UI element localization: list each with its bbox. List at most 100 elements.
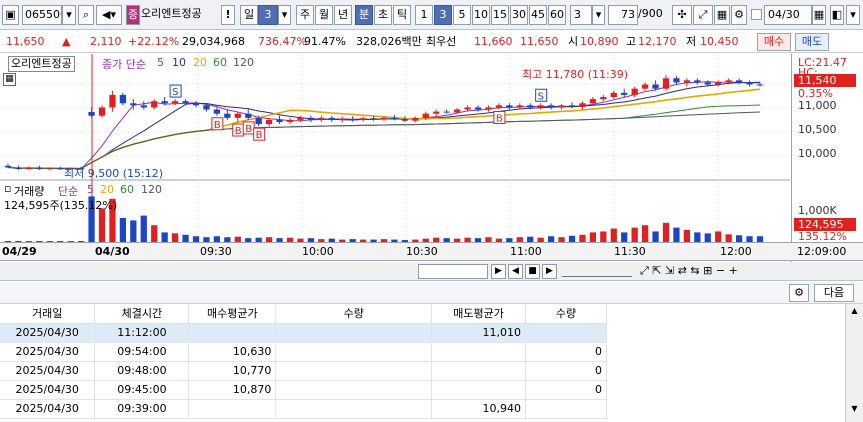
page-counter-input[interactable]: 73	[608, 5, 638, 25]
calendar-icon[interactable]: ▦	[812, 5, 826, 25]
chart-compare-icon[interactable]: ⤢	[693, 5, 713, 25]
cell-sell-avg	[431, 380, 527, 400]
next-page-button[interactable]: 다음	[814, 284, 854, 302]
table-row[interactable]: 2025/04/30 09:54:00 10,630 0	[0, 342, 607, 362]
best-quote-label: 최우선	[426, 35, 457, 48]
unit-dropdown-icon[interactable]: ▾	[592, 5, 605, 25]
warning-button[interactable]: !	[221, 5, 235, 25]
time-label-current: 12:09:00	[797, 245, 847, 258]
candle-body	[422, 113, 429, 118]
minute-60-button[interactable]: 60	[548, 5, 566, 25]
sell-button[interactable]: 매도	[795, 33, 829, 51]
settings-gear-icon[interactable]: ⚙	[789, 284, 809, 302]
buy-signal-label: B	[214, 120, 221, 131]
period-month-button[interactable]: 월	[315, 5, 333, 25]
vol-axis-label: 1,000K	[798, 204, 837, 217]
minute-1-button[interactable]: 1	[415, 5, 433, 25]
period-day-button[interactable]: 일	[240, 5, 258, 25]
volume-value: 29,034,968	[182, 35, 245, 48]
date-input[interactable]: 04/30	[764, 5, 812, 25]
gear-icon[interactable]: ⚙	[731, 5, 747, 25]
candle-body	[631, 88, 638, 95]
period-year-button[interactable]: 년	[334, 5, 352, 25]
period-tick-button[interactable]: 틱	[393, 5, 411, 25]
zoom-slider[interactable]	[562, 266, 632, 277]
time-label-0930: 09:30	[200, 245, 232, 258]
window-more-icon[interactable]: ▾	[846, 5, 860, 25]
minute-30-button[interactable]: 30	[510, 5, 528, 25]
bid-price: 11,650	[520, 35, 559, 48]
candle-body	[328, 117, 335, 120]
volume-bar	[715, 231, 722, 242]
table-toggle-icon[interactable]: ▦	[3, 73, 16, 86]
low-price: 10,450	[700, 35, 739, 48]
grid-icon[interactable]: ▦	[714, 5, 730, 25]
stop-icon[interactable]: ■	[525, 264, 540, 279]
volume-bar	[704, 233, 711, 242]
col-sell-avg: 매도평균가	[431, 304, 527, 324]
minute-10-button[interactable]: 10	[472, 5, 490, 25]
cell-sell-avg: 10,940	[431, 399, 527, 419]
period-second-button[interactable]: 초	[374, 5, 392, 25]
candle-body	[641, 84, 649, 89]
chart-tools-icons[interactable]: ⤢ ⇱ ⇲ ⇄ ⇆ ⊞ − +	[640, 264, 738, 278]
collapse-icon[interactable]: ◧	[830, 5, 844, 25]
period-week-button[interactable]: 주	[296, 5, 314, 25]
table-row[interactable]: 2025/04/30 09:45:00 10,870 0	[0, 380, 607, 400]
buy-button[interactable]: 매수	[757, 33, 791, 51]
chart-settings-icon[interactable]: ✣	[672, 5, 692, 25]
unit-input[interactable]: 3	[570, 5, 592, 25]
price-axis: LC:21.47 HC: 11,540 0.35% 11,000 10,500 …	[791, 54, 863, 262]
table-row[interactable]: 2025/04/30 11:12:00 11,010	[0, 323, 607, 343]
volume-bar	[182, 234, 189, 242]
table-vertical-scrollbar[interactable]: ▲ ▼	[845, 304, 863, 422]
next-icon[interactable]: ▶	[542, 264, 557, 279]
trade-amount: 328,026백만	[356, 35, 422, 48]
table-row[interactable]: 2025/04/30 09:48:00 10,770 0	[0, 361, 607, 381]
ma60-label: 60	[213, 56, 227, 69]
chart-scrollbar[interactable]: ▶ ◀ ■ ▶ ⤢ ⇱ ⇲ ⇄ ⇆ ⊞ − +	[0, 262, 863, 281]
scroll-down-icon[interactable]: ▼	[848, 404, 861, 416]
candle-body	[474, 107, 482, 110]
candle-body	[756, 84, 764, 86]
high-label: 고	[626, 35, 637, 48]
cell-date: 2025/04/30	[0, 323, 96, 343]
play-icon[interactable]: ◀	[508, 264, 523, 279]
chart-toolbar: ▣ 065500 ▾ ⌕ ◀▾ 증 오리엔트정공 ! 일 3 ▾ 주 월 년 분…	[0, 0, 863, 30]
candle-body	[527, 105, 534, 108]
volume-ratio: 736.47%	[258, 35, 307, 48]
candle-body	[683, 80, 691, 83]
table-header-row: 거래일 체결시간 매수평균가 수량 매도평균가 수량	[0, 304, 607, 324]
time-label-1130: 11:30	[614, 245, 646, 258]
window-icon[interactable]: ▣	[2, 5, 19, 25]
candle-body	[568, 105, 576, 107]
speaker-icon[interactable]: ◀▾	[96, 5, 122, 25]
sell-signal-label: S	[538, 91, 544, 102]
period-count-dropdown-icon[interactable]: ▾	[278, 5, 291, 25]
chart-stock-name: 오리엔트정공	[8, 56, 75, 72]
table-row[interactable]: 2025/04/30 09:39:00 10,940	[0, 399, 607, 419]
candle-body	[443, 111, 450, 113]
scroll-up-icon[interactable]: ▲	[848, 306, 861, 318]
candle-body	[359, 118, 367, 120]
stock-code-input[interactable]: 065500	[22, 5, 62, 25]
scroll-left-button[interactable]: ▶	[491, 264, 506, 279]
cell-time: 09:54:00	[94, 342, 190, 362]
col-exec-time: 체결시간	[94, 304, 190, 324]
price-chart[interactable]: SSBBBBB 오리엔트정공 ▦ 종가 단순 5 10 20 60 120 최고…	[0, 54, 863, 262]
date-checkbox[interactable]	[751, 9, 762, 20]
minute-15-button[interactable]: 15	[491, 5, 509, 25]
minute-45-button[interactable]: 45	[529, 5, 547, 25]
period-minute-button[interactable]: 분	[355, 5, 373, 25]
candle-body	[265, 119, 273, 125]
code-dropdown-icon[interactable]: ▾	[62, 5, 76, 25]
scroll-thumb[interactable]	[418, 264, 488, 279]
minute-5-button[interactable]: 5	[453, 5, 471, 25]
price-info-bar: 11,650 ▲ 2,110 +22.12% 29,034,968 736.47…	[0, 31, 863, 53]
search-icon[interactable]: ⌕	[78, 5, 94, 25]
period-count-field[interactable]: 3	[258, 5, 278, 25]
candle-body	[547, 105, 555, 108]
candle-body	[276, 119, 283, 122]
minute-3-button[interactable]: 3	[434, 5, 452, 25]
candle-body	[297, 117, 304, 120]
